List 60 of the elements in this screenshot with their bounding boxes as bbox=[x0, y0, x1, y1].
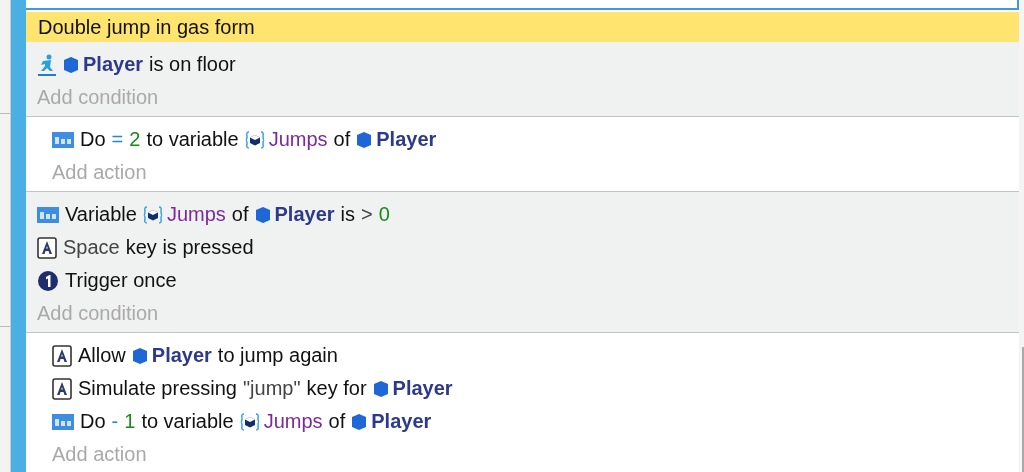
instruction-text: of bbox=[333, 128, 351, 151]
scrollbar-thumb[interactable] bbox=[1022, 347, 1024, 472]
action-row[interactable]: Do - 1 to variable Jumps of Player bbox=[52, 405, 1019, 438]
number-value: 2 bbox=[129, 128, 141, 151]
running-figure-icon bbox=[37, 53, 57, 76]
braces-cube-icon bbox=[239, 411, 260, 432]
instruction-text: Do bbox=[80, 128, 106, 151]
trigger-once-icon bbox=[37, 269, 59, 292]
action-row[interactable]: Do = 2 to variable Jumps of Player bbox=[52, 123, 1019, 156]
condition-row[interactable]: Player is on floor bbox=[37, 48, 1019, 81]
key-icon bbox=[37, 236, 57, 259]
braces-cube-icon bbox=[244, 129, 265, 150]
instruction-text: to variable bbox=[141, 410, 234, 433]
object-name: Player bbox=[371, 410, 432, 433]
object-name: Player bbox=[274, 203, 335, 226]
instruction-text: of bbox=[231, 203, 249, 226]
parameter-text: Space bbox=[63, 236, 120, 259]
instruction-text: Variable bbox=[65, 203, 137, 226]
parameter-text: "jump" bbox=[242, 377, 301, 400]
operator-text: = bbox=[111, 128, 124, 151]
cube-icon bbox=[63, 55, 79, 74]
parameter-text: > bbox=[361, 203, 373, 226]
comment-row[interactable]: Double jump in gas form bbox=[26, 12, 1019, 42]
condition-row[interactable]: Variable Jumps of Player is > 0 bbox=[37, 198, 1019, 231]
object-name: Player bbox=[83, 53, 144, 76]
variable-name: Jumps bbox=[268, 128, 328, 151]
number-value: 1 bbox=[124, 410, 136, 433]
variable-icon bbox=[37, 205, 59, 224]
instruction-text: is on floor bbox=[149, 53, 236, 76]
key-icon bbox=[52, 344, 72, 367]
key-icon bbox=[52, 377, 72, 400]
variable-name: Jumps bbox=[263, 410, 323, 433]
braces-cube-icon bbox=[142, 204, 163, 225]
instruction-text: Trigger once bbox=[65, 269, 177, 292]
cube-icon bbox=[351, 412, 368, 431]
condition-row[interactable]: Space key is pressed bbox=[37, 231, 1019, 264]
cube-icon bbox=[254, 205, 271, 224]
variable-icon bbox=[52, 130, 74, 149]
object-name: Player bbox=[392, 377, 453, 400]
action-row[interactable]: Allow Player to jump again bbox=[52, 339, 1019, 372]
cube-icon bbox=[356, 130, 373, 149]
instruction-text: is bbox=[340, 203, 355, 226]
object-name: Player bbox=[151, 344, 212, 367]
instruction-text: key is pressed bbox=[125, 236, 254, 259]
variable-icon bbox=[52, 412, 74, 431]
condition-row[interactable]: Trigger once bbox=[37, 264, 1019, 297]
instruction-text: key for bbox=[306, 377, 367, 400]
instruction-text: to jump again bbox=[217, 344, 338, 367]
operator-text: - bbox=[111, 410, 119, 433]
instruction-text: Do bbox=[80, 410, 106, 433]
number-value: 0 bbox=[378, 203, 390, 226]
instruction-text: Simulate pressing bbox=[78, 377, 237, 400]
cube-icon bbox=[372, 379, 389, 398]
instruction-text: Allow bbox=[78, 344, 126, 367]
cube-icon bbox=[131, 346, 148, 365]
object-name: Player bbox=[376, 128, 437, 151]
variable-name: Jumps bbox=[166, 203, 226, 226]
instruction-text: of bbox=[328, 410, 346, 433]
action-row[interactable]: Simulate pressing "jump" key for Player bbox=[52, 372, 1019, 405]
instruction-text: to variable bbox=[146, 128, 239, 151]
